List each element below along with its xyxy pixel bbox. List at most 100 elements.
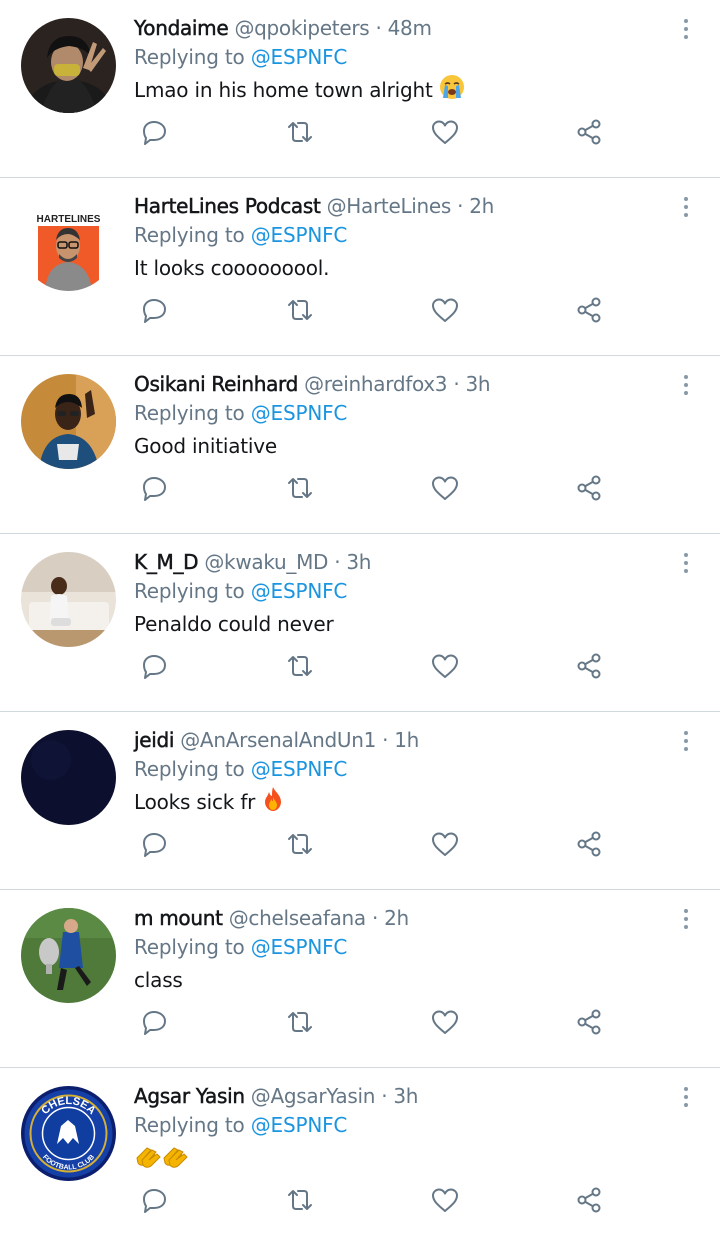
share-icon[interactable]	[569, 824, 609, 864]
mention-link[interactable]: @ESPNFC	[251, 45, 348, 69]
mention-link[interactable]: @ESPNFC	[251, 935, 348, 959]
display-name[interactable]: K_M_D	[134, 550, 199, 575]
more-vertical-icon[interactable]	[680, 372, 692, 398]
more-vertical-icon[interactable]	[680, 1084, 692, 1110]
tweet-item[interactable]: HARTELINES HarteLines Podcast @HarteLine…	[0, 178, 720, 356]
avatar[interactable]: HARTELINES	[21, 196, 116, 291]
retweet-icon[interactable]	[280, 290, 320, 330]
heart-icon[interactable]	[425, 290, 465, 330]
tweet-text-body: Lmao in his home town alright	[134, 78, 433, 102]
tweet-actions	[134, 1180, 614, 1220]
user-handle[interactable]: @reinhardfox3	[304, 372, 447, 396]
user-handle[interactable]: @AnArsenalAndUn1	[180, 728, 376, 752]
reply-icon[interactable]	[134, 1002, 174, 1042]
tweet-content: Yondaime @qpokipeters · 48m Replying to …	[134, 14, 660, 110]
avatar[interactable]	[21, 730, 116, 825]
tweet-content: Osikani Reinhard @reinhardfox3 · 3h Repl…	[134, 370, 660, 463]
more-vertical-icon[interactable]	[680, 194, 692, 220]
reply-icon[interactable]	[134, 646, 174, 686]
tweet-text-body: Looks sick fr	[134, 790, 256, 814]
user-handle[interactable]: @qpokipeters	[234, 16, 369, 40]
mention-link[interactable]: @ESPNFC	[251, 1113, 348, 1137]
mention-link[interactable]: @ESPNFC	[251, 757, 348, 781]
display-name[interactable]: jeidi	[134, 728, 175, 753]
reply-icon[interactable]	[134, 112, 174, 152]
timestamp[interactable]: 2h	[469, 194, 494, 218]
more-vertical-icon[interactable]	[680, 906, 692, 932]
tweet-text: Good initiative	[134, 429, 660, 463]
avatar[interactable]	[21, 374, 116, 469]
user-handle[interactable]: @kwaku_MD	[204, 550, 328, 574]
user-handle[interactable]: @HarteLines	[327, 194, 452, 218]
avatar-image	[21, 18, 116, 113]
timestamp[interactable]: 3h	[465, 372, 490, 396]
user-handle[interactable]: @AgsarYasin	[251, 1084, 376, 1108]
share-icon[interactable]	[569, 290, 609, 330]
tweet-text	[134, 1141, 660, 1178]
mention-link[interactable]: @ESPNFC	[251, 579, 348, 603]
user-handle[interactable]: @chelseafana	[229, 906, 366, 930]
mention-link[interactable]: @ESPNFC	[251, 401, 348, 425]
retweet-icon[interactable]	[280, 646, 320, 686]
tweet-item[interactable]: jeidi @AnArsenalAndUn1 · 1h Replying to …	[0, 712, 720, 890]
display-name[interactable]: Osikani Reinhard	[134, 372, 299, 397]
timestamp[interactable]: 1h	[394, 728, 419, 752]
share-icon[interactable]	[569, 646, 609, 686]
more-vertical-icon[interactable]	[680, 16, 692, 42]
separator-dot: ·	[334, 550, 341, 574]
avatar[interactable]	[21, 908, 116, 1003]
tweet-actions	[134, 1002, 614, 1042]
tweet-item[interactable]: Yondaime @qpokipeters · 48m Replying to …	[0, 0, 720, 178]
mention-link[interactable]: @ESPNFC	[251, 223, 348, 247]
avatar-image	[21, 552, 116, 647]
display-name[interactable]: m mount	[134, 906, 223, 931]
timestamp[interactable]: 3h	[346, 550, 371, 574]
heart-icon[interactable]	[425, 1002, 465, 1042]
share-icon[interactable]	[569, 1002, 609, 1042]
display-name[interactable]: Yondaime	[134, 16, 229, 41]
reply-icon[interactable]	[134, 468, 174, 508]
retweet-icon[interactable]	[280, 112, 320, 152]
reply-icon[interactable]	[134, 824, 174, 864]
heart-icon[interactable]	[425, 824, 465, 864]
display-name[interactable]: Agsar Yasin	[134, 1084, 246, 1109]
avatar[interactable]	[21, 552, 116, 647]
avatar[interactable]	[21, 18, 116, 113]
heart-icon[interactable]	[425, 112, 465, 152]
retweet-icon[interactable]	[280, 468, 320, 508]
replying-to: Replying to @ESPNFC	[134, 754, 660, 785]
share-icon[interactable]	[569, 112, 609, 152]
replying-to: Replying to @ESPNFC	[134, 42, 660, 73]
reply-icon[interactable]	[134, 290, 174, 330]
timestamp[interactable]: 48m	[388, 16, 432, 40]
more-vertical-icon[interactable]	[680, 728, 692, 754]
tweet-header: K_M_D @kwaku_MD · 3h	[134, 548, 660, 576]
retweet-icon[interactable]	[280, 1002, 320, 1042]
tweet-text: class	[134, 963, 660, 997]
reply-icon[interactable]	[134, 1180, 174, 1220]
display-name[interactable]: HarteLines Podcast	[134, 194, 321, 219]
tweet-content: Agsar Yasin @AgsarYasin · 3h Replying to…	[134, 1082, 660, 1178]
retweet-icon[interactable]	[280, 824, 320, 864]
timestamp[interactable]: 3h	[393, 1084, 418, 1108]
tweet-header: m mount @chelseafana · 2h	[134, 904, 660, 932]
tweet-content: HarteLines Podcast @HarteLines · 2h Repl…	[134, 192, 660, 285]
separator-dot: ·	[453, 372, 460, 396]
tweet-text: Looks sick fr	[134, 785, 660, 822]
heart-icon[interactable]	[425, 468, 465, 508]
share-icon[interactable]	[569, 468, 609, 508]
replying-to-label: Replying to	[134, 223, 245, 247]
tweet-item[interactable]: CHELSEA FOOTBALL CLUB Agsar Yasin @Agsar…	[0, 1068, 720, 1235]
retweet-icon[interactable]	[280, 1180, 320, 1220]
more-vertical-icon[interactable]	[680, 550, 692, 576]
tweet-item[interactable]: Osikani Reinhard @reinhardfox3 · 3h Repl…	[0, 356, 720, 534]
share-icon[interactable]	[569, 1180, 609, 1220]
tweet-item[interactable]: m mount @chelseafana · 2h Replying to @E…	[0, 890, 720, 1068]
replying-to-label: Replying to	[134, 935, 245, 959]
timestamp[interactable]: 2h	[384, 906, 409, 930]
avatar[interactable]: CHELSEA FOOTBALL CLUB	[21, 1086, 116, 1181]
heart-icon[interactable]	[425, 1180, 465, 1220]
heart-icon[interactable]	[425, 646, 465, 686]
tweet-item[interactable]: K_M_D @kwaku_MD · 3h Replying to @ESPNFC…	[0, 534, 720, 712]
tweet-header: Yondaime @qpokipeters · 48m	[134, 14, 660, 42]
